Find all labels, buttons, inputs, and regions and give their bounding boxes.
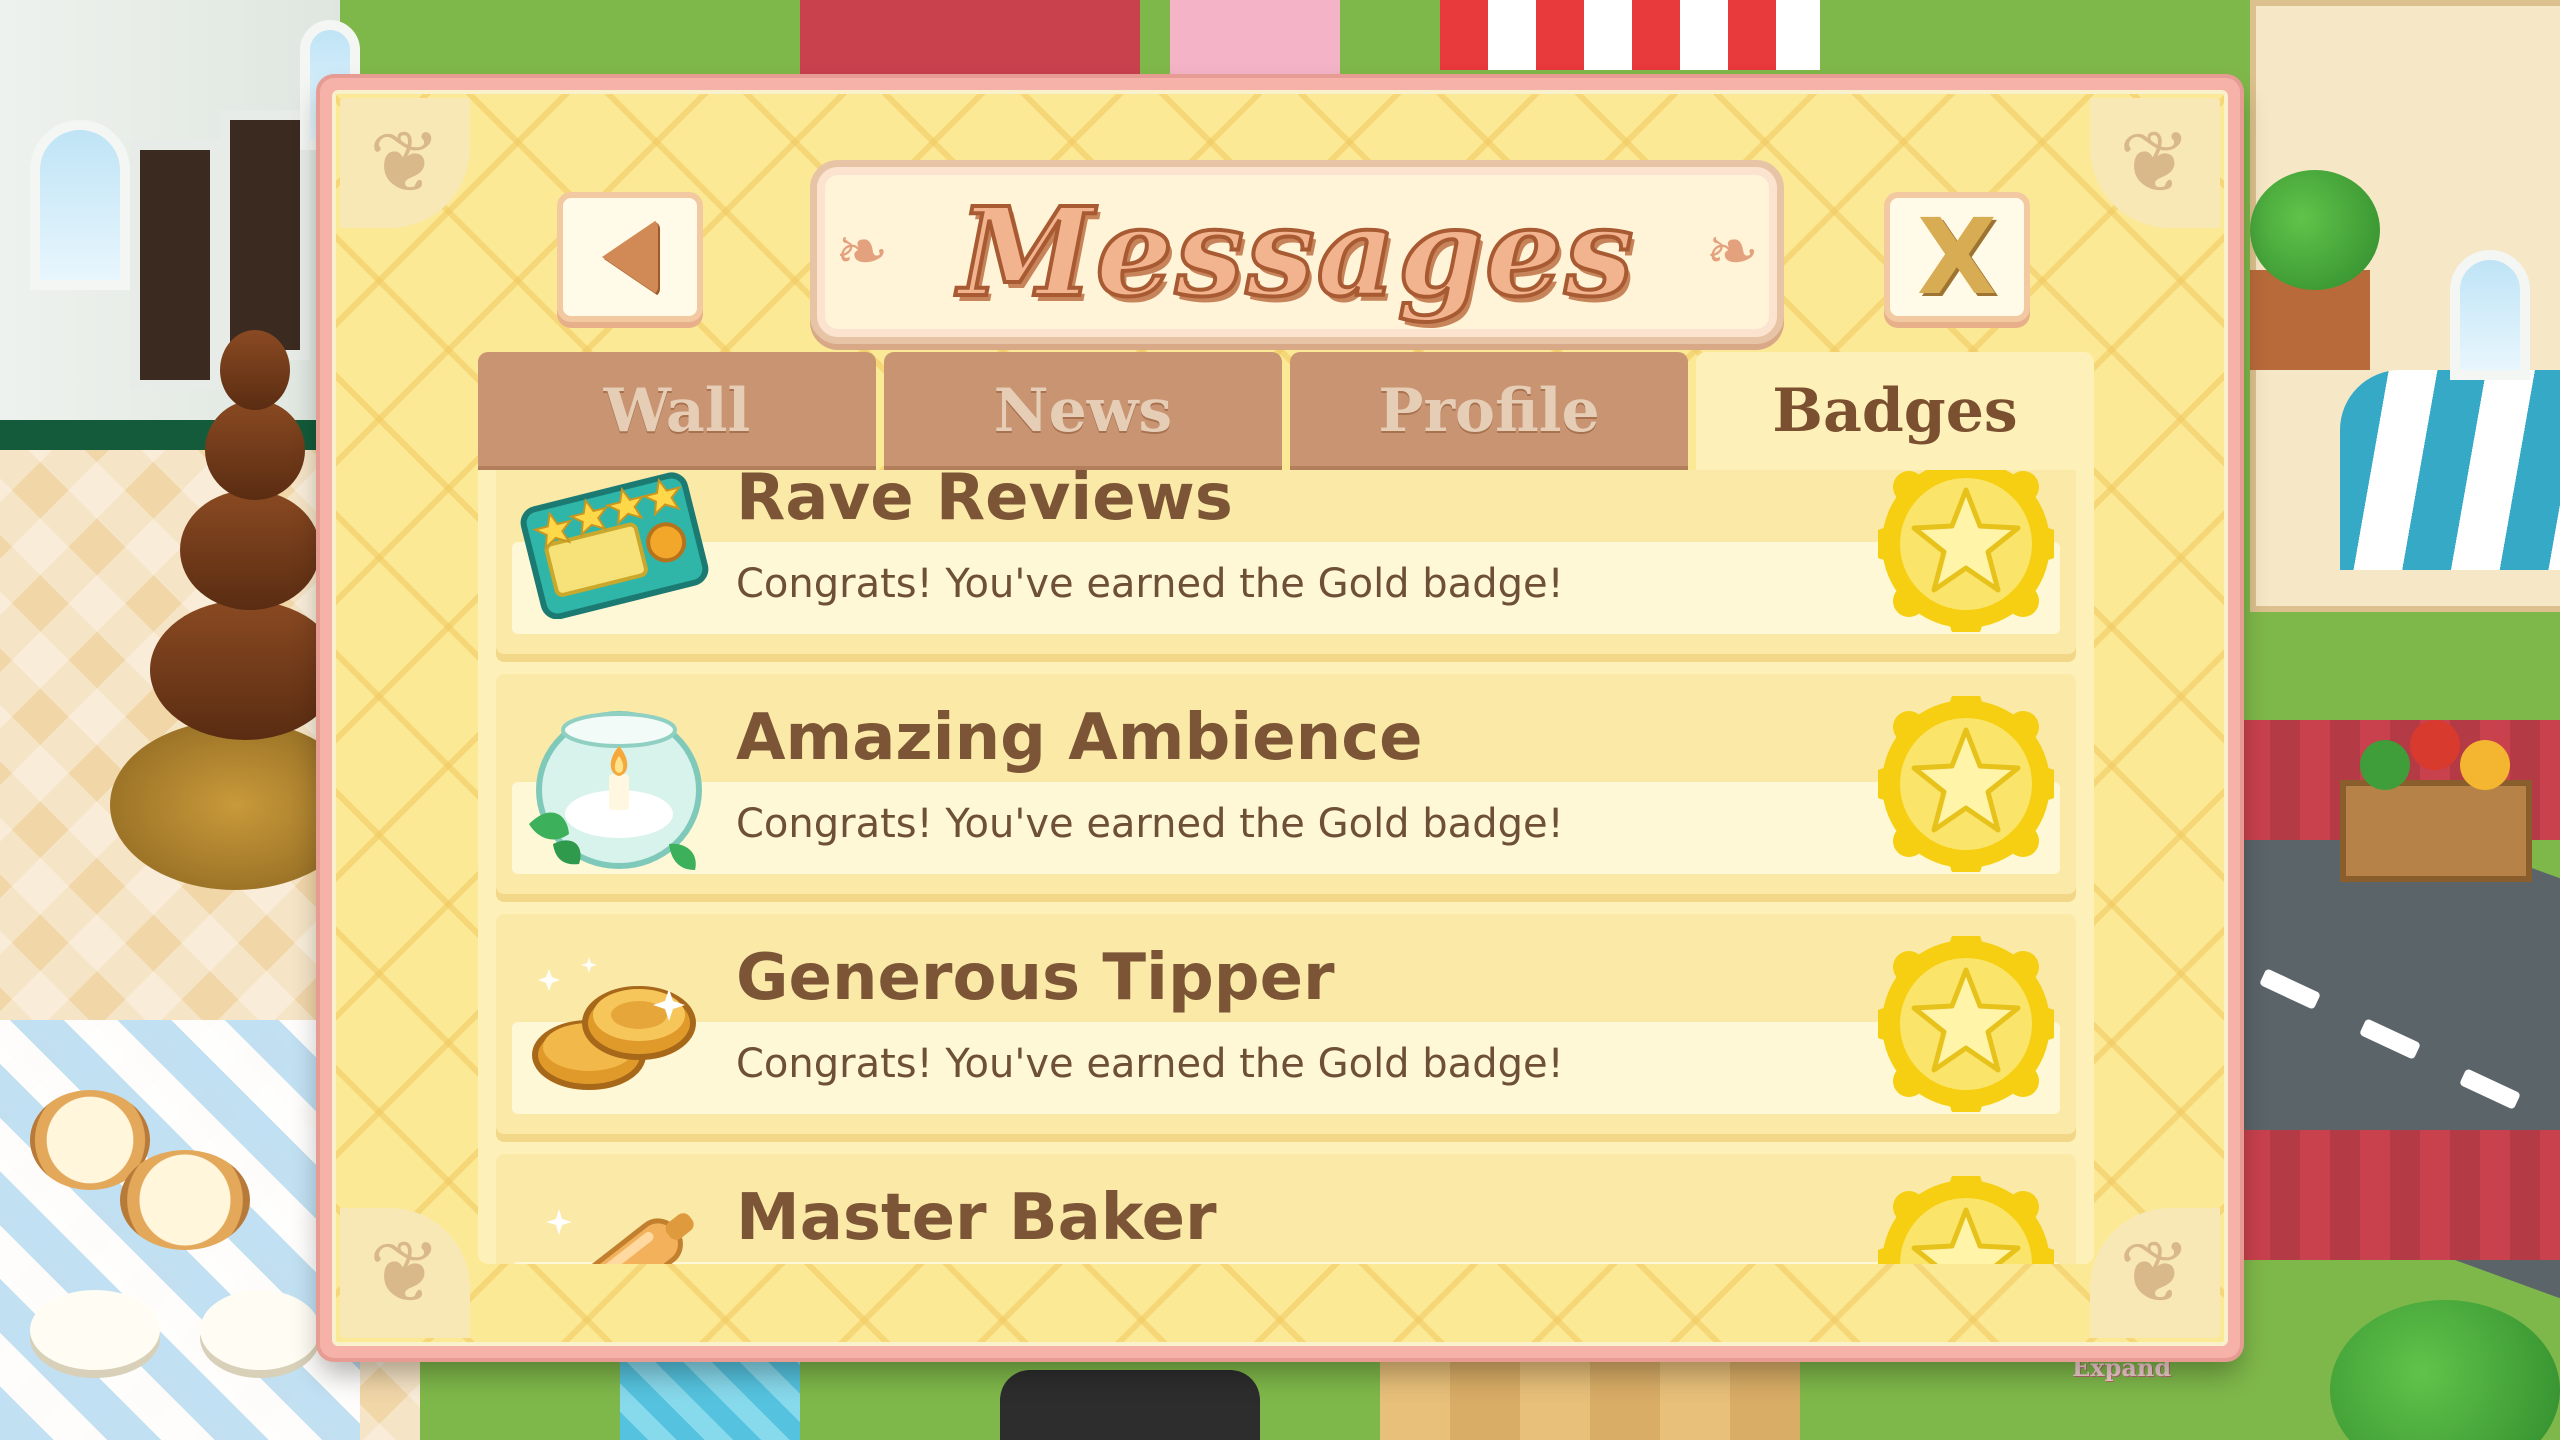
corner-ornament-icon: ❦ (2090, 1208, 2220, 1338)
list-item[interactable]: Rave Reviews Congrats! You've earned the… (496, 470, 2076, 654)
green-bush (2330, 1300, 2560, 1440)
badge-description: Congrats! You've earned the Gold badge! (736, 1041, 1564, 1087)
wooden-counter (1380, 1360, 1800, 1440)
flourish-icon: ❧ (1705, 215, 1759, 289)
back-arrow-icon (602, 219, 658, 295)
vegetable (2460, 740, 2510, 790)
corner-ornament-icon: ❦ (340, 1208, 470, 1338)
rolling-pin-icon (516, 1170, 712, 1264)
review-card-icon (516, 470, 712, 638)
tab-profile[interactable]: Profile (1290, 352, 1688, 470)
dialog-panel: ❦ ❦ ❦ ❦ ❧ Messages ❧ X Wall News Profile… (332, 90, 2228, 1346)
flourish-icon: ❧ (835, 215, 889, 289)
tab-wall[interactable]: Wall (478, 352, 876, 470)
red-sidewalk (2240, 1130, 2560, 1260)
display-case (1000, 1370, 1260, 1440)
message-tabs: Wall News Profile Badges (478, 352, 2094, 470)
striped-awning (1440, 0, 1820, 70)
vegetable (2410, 720, 2460, 770)
chocolate-fountain (180, 490, 320, 610)
badge-description: Congrats! You've earned the Gold badge! (736, 561, 1564, 607)
messages-dialog: ❦ ❦ ❦ ❦ ❧ Messages ❧ X Wall News Profile… (320, 78, 2240, 1358)
teal-awning (2340, 370, 2560, 570)
badge-description: Congrats! You've earned the Gold badge! (736, 801, 1564, 847)
cafe-door (220, 110, 310, 360)
flower-planter (1170, 0, 1340, 80)
vegetable (2360, 740, 2410, 790)
chocolate-fountain (205, 400, 305, 500)
close-button[interactable]: X (1884, 192, 2030, 322)
gold-star-medal-icon (1876, 1164, 2056, 1264)
cream-pie (120, 1150, 250, 1250)
red-sidewalk (800, 0, 1140, 80)
cafe-window (30, 120, 130, 290)
title-plaque: ❧ Messages ❧ (810, 160, 1784, 344)
round-table (200, 1290, 320, 1370)
gold-star-medal-icon (1876, 684, 2056, 884)
shop-window (2450, 250, 2530, 380)
chocolate-fountain (150, 600, 340, 740)
badge-title: Master Baker (736, 1181, 1217, 1255)
aqua-floor (620, 1360, 800, 1440)
corner-ornament-icon: ❦ (2090, 98, 2220, 228)
dialog-title: Messages (957, 180, 1636, 324)
gold-star-medal-icon (1876, 470, 2056, 644)
list-item[interactable]: Generous Tipper Congrats! You've earned … (496, 914, 2076, 1134)
badge-title: Generous Tipper (736, 941, 1335, 1015)
gold-coins-icon (516, 930, 712, 1118)
tab-badges[interactable]: Badges (1696, 352, 2094, 470)
gold-star-medal-icon (1876, 924, 2056, 1124)
back-button[interactable] (557, 192, 703, 322)
badge-list[interactable]: Rave Reviews Congrats! You've earned the… (478, 470, 2094, 1264)
candle-bowl-icon (516, 690, 712, 878)
tab-news[interactable]: News (884, 352, 1282, 470)
cafe-door (130, 140, 220, 390)
list-item[interactable]: Amazing Ambience Congrats! You've earned… (496, 674, 2076, 894)
produce-crate (2340, 780, 2532, 882)
badge-title: Rave Reviews (736, 470, 1233, 535)
list-item[interactable]: Master Baker (496, 1154, 2076, 1264)
chocolate-fountain (220, 330, 290, 410)
corner-ornament-icon: ❦ (340, 98, 470, 228)
close-icon: X (1916, 196, 1998, 318)
badge-list-content: Rave Reviews Congrats! You've earned the… (496, 470, 2076, 1264)
round-table (30, 1290, 160, 1370)
flower-bush (2250, 170, 2380, 290)
badge-title: Amazing Ambience (736, 701, 1423, 775)
